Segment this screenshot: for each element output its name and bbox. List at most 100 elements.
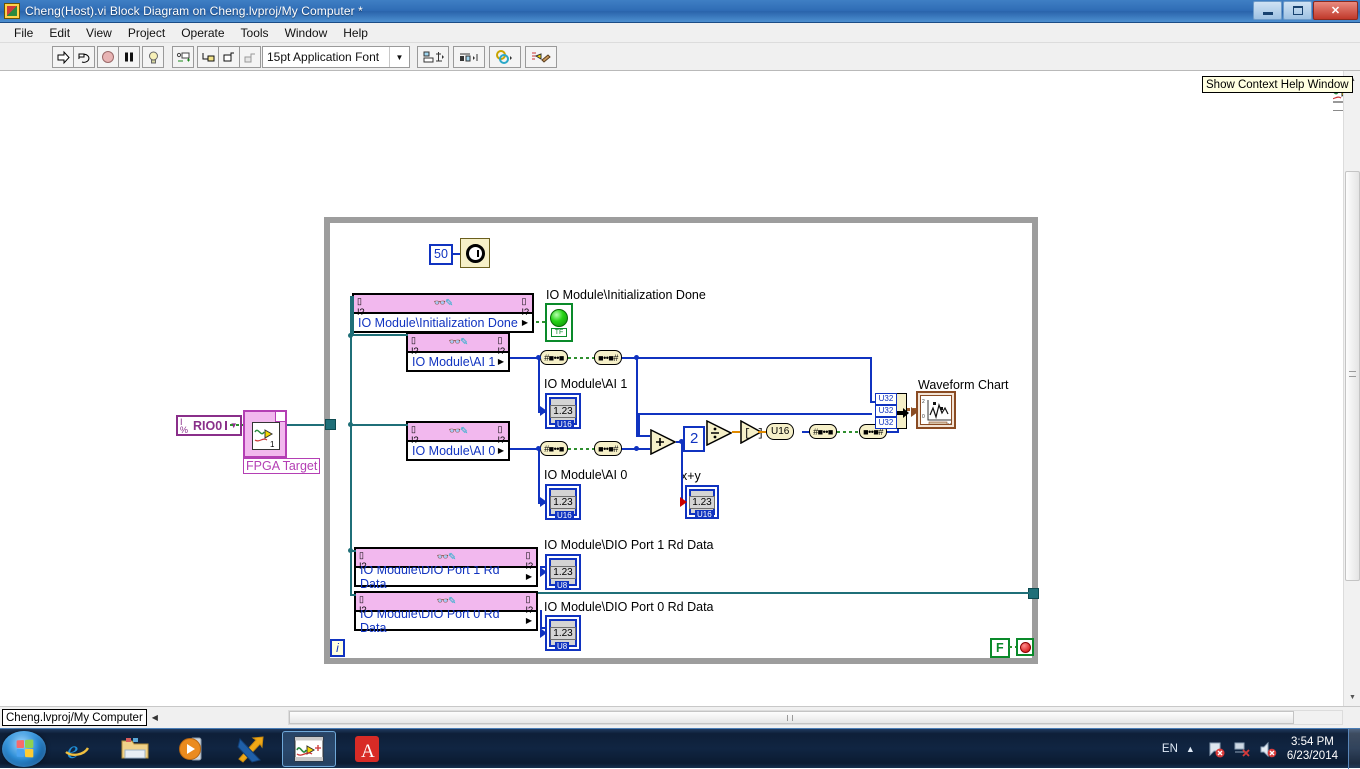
block-diagram-canvas[interactable]: I% RIO0 ▼ 1 FPGA Target (0, 71, 1333, 706)
fpga-node-item[interactable]: IO Module\DIO Port 1 Rd Data ▶ (356, 563, 536, 591)
fpga-read-node-ai0[interactable]: ▯!? 👓✎ ▯!? IO Module\AI 0 ▶ (406, 421, 510, 461)
menu-edit[interactable]: Edit (41, 24, 78, 42)
fpga-item-label: IO Module\DIO Port 0 Rd Data (360, 606, 500, 635)
bundle-type-u32-2: U32 (875, 417, 897, 429)
wire-sum-down-to-indicator (681, 441, 683, 503)
fpga-node-item[interactable]: IO Module\DIO Port 0 Rd Data ▶ (356, 607, 536, 635)
number-to-decimal-string-node-ai0[interactable]: #■••■ (540, 441, 568, 456)
minimize-button[interactable] (1253, 1, 1282, 20)
step-out-button[interactable] (239, 46, 261, 68)
label-ai0: IO Module\AI 0 (544, 468, 628, 482)
terminal-arrow-icon (540, 497, 547, 507)
run-continuously-button[interactable] (73, 46, 95, 68)
start-button[interactable] (2, 730, 46, 767)
chevron-right-icon[interactable]: ▶ (498, 446, 504, 455)
chevron-right-icon[interactable]: ▶ (498, 357, 504, 366)
indicator-xplusy[interactable]: 1.23 U16 (680, 485, 719, 519)
close-button[interactable]: ✕ (1313, 1, 1358, 20)
canvas-vertical-scrollbar[interactable]: ▲ ▼ (1343, 71, 1360, 706)
window-controls: ✕ (1253, 1, 1358, 20)
fpga-node-item[interactable]: IO Module\AI 1 ▶ (408, 351, 508, 370)
step-over-button[interactable] (218, 46, 240, 68)
menu-file[interactable]: File (6, 24, 41, 42)
to-unsigned-word-integer-node[interactable]: U16 (766, 423, 795, 440)
distribute-objects-button[interactable] (453, 46, 485, 68)
divide-function[interactable] (706, 420, 732, 446)
waveform-chart-indicator[interactable]: 2 0 10 (911, 391, 956, 429)
loop-condition-terminal[interactable] (1016, 638, 1034, 656)
status-context-path: Cheng.lvproj/My Computer (2, 709, 147, 726)
chevron-right-icon[interactable]: ▶ (526, 572, 532, 581)
indicator-ai0[interactable]: 1.23 U16 (540, 484, 581, 520)
menu-operate[interactable]: Operate (173, 24, 232, 42)
font-selector[interactable]: 15pt Application Font ▼ (262, 46, 410, 68)
open-fpga-vi-reference-node[interactable]: 1 (243, 410, 287, 458)
index-array-function[interactable]: [ ] (740, 420, 762, 444)
action-center-flag-icon[interactable] (1208, 741, 1225, 757)
canvas-horizontal-scrollbar[interactable] (288, 710, 1343, 725)
chevron-right-icon[interactable]: ▶ (522, 318, 528, 327)
show-hidden-icons-arrow[interactable]: ▲ (1186, 744, 1195, 754)
taskbar-labview[interactable] (282, 730, 336, 767)
highlight-execution-button[interactable] (142, 46, 164, 68)
network-disconnected-icon[interactable] (1234, 741, 1250, 757)
loop-tunnel-left[interactable] (325, 419, 336, 430)
chevron-right-icon[interactable]: ▶ (526, 616, 532, 625)
number-to-decimal-string-node-ai1[interactable]: #■••■ (540, 350, 568, 365)
clock[interactable]: 3:54 PM 6/23/2014 (1287, 735, 1338, 763)
retain-wire-values-button[interactable] (172, 46, 194, 68)
pause-button[interactable] (118, 46, 140, 68)
chevron-down-icon[interactable]: ▼ (389, 47, 409, 67)
toolbar: 15pt Application Font ▼ ▶| Search (0, 43, 1360, 111)
divisor-constant[interactable]: 2 (683, 426, 706, 452)
fpga-read-node-dio-port1[interactable]: ▯!? 👓✎ ▯!? IO Module\DIO Port 1 Rd Data … (354, 547, 538, 591)
decimal-string-to-number-node-ai0[interactable]: ■••■# (594, 441, 622, 456)
fpga-read-node-dio-port0[interactable]: ▯!? 👓✎ ▯!? IO Module\DIO Port 0 Rd Data … (354, 591, 538, 635)
menu-help[interactable]: Help (335, 24, 376, 42)
indicator-initialization-done[interactable]: TF (545, 303, 573, 342)
show-desktop-button[interactable] (1348, 728, 1360, 769)
menu-tools[interactable]: Tools (233, 24, 277, 42)
read-terminals-icon-right: ▯!? (525, 550, 533, 571)
chart-graph-icon: 2 0 10 (922, 399, 951, 424)
run-button[interactable] (52, 46, 74, 68)
volume-muted-icon[interactable] (1260, 741, 1277, 757)
reorder-button[interactable] (489, 46, 521, 68)
adobe-reader-icon: A (355, 735, 379, 762)
maximize-button[interactable] (1283, 1, 1312, 20)
add-function[interactable] (650, 429, 676, 455)
indicator-dio-port1[interactable]: 1.23 U8 (540, 554, 581, 590)
indicator-ai1[interactable]: 1.23 U16 (540, 393, 581, 429)
menu-view[interactable]: View (78, 24, 120, 42)
step-into-button[interactable] (197, 46, 219, 68)
taskbar-media-player[interactable] (166, 731, 220, 767)
align-objects-button[interactable] (417, 46, 449, 68)
menu-window[interactable]: Window (277, 24, 336, 42)
wire-ref-dio-spine (350, 560, 352, 596)
cleanup-diagram-button[interactable] (525, 46, 557, 68)
menu-project[interactable]: Project (120, 24, 173, 42)
iteration-terminal[interactable]: i (330, 639, 345, 657)
wait-constant[interactable]: 50 (429, 244, 453, 265)
false-constant[interactable]: F (990, 638, 1010, 658)
taskbar-xapp[interactable] (224, 731, 278, 767)
number-to-decimal-string-node-sum[interactable]: #■••■ (809, 424, 837, 439)
status-collapse-arrow-icon[interactable]: ◀ (152, 713, 158, 722)
taskbar-windows-explorer[interactable] (108, 731, 162, 767)
indicator-dio-port0[interactable]: 1.23 U8 (540, 615, 581, 651)
abort-execution-button[interactable] (97, 46, 119, 68)
taskbar-internet-explorer[interactable]: e (50, 731, 104, 767)
language-indicator[interactable]: EN (1162, 743, 1178, 755)
decimal-string-to-number-node-ai1[interactable]: ■••■# (594, 350, 622, 365)
fpga-node-item[interactable]: IO Module\AI 0 ▶ (408, 440, 508, 459)
bundle-function[interactable]: U32 U32 U32 (875, 393, 909, 429)
wait-ms-node[interactable] (460, 238, 490, 268)
fpga-read-node-ai1[interactable]: ▯!? 👓✎ ▯!? IO Module\AI 1 ▶ (406, 332, 510, 372)
fpga-node-item[interactable]: IO Module\Initialization Done ▶ (354, 312, 532, 331)
scroll-down-arrow-icon[interactable]: ▼ (1344, 689, 1360, 706)
fpga-node-header: ▯!? 👓✎ ▯!? (408, 334, 508, 356)
fpga-resource-value: RIO0 (193, 418, 223, 433)
indicator-value: 1.23 (550, 404, 576, 418)
fpga-read-node-initialization-done[interactable]: ▯!? 👓✎ ▯!? IO Module\Initialization Done… (352, 293, 534, 333)
taskbar-adobe-reader[interactable]: A (340, 731, 394, 767)
